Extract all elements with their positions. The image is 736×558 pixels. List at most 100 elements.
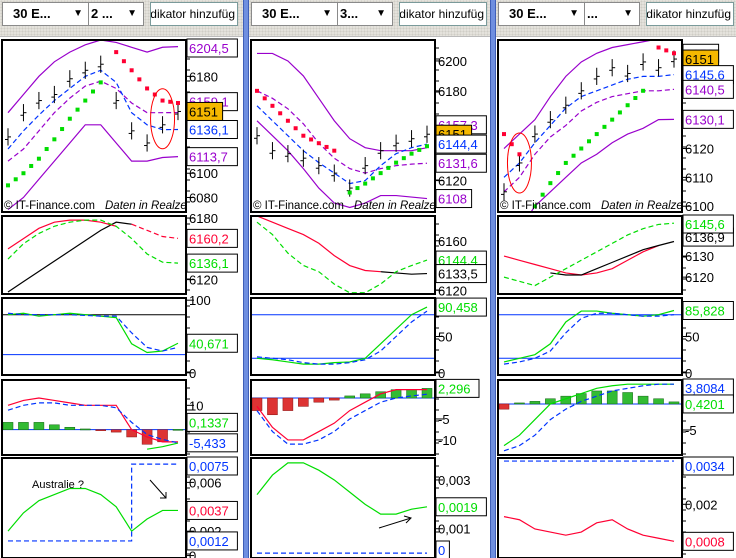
blue-series-line	[7, 402, 179, 444]
value-label: 85,828	[685, 303, 725, 318]
indicator-pane-3: -5 3,80840,4201	[497, 378, 734, 456]
value-label: 6151	[189, 104, 218, 119]
sar-dot	[324, 144, 329, 149]
chart-toolbar: 30 E... ▼ 3... ▼ Indikator hinzufüg	[249, 0, 490, 37]
value-label: 6145,6	[685, 217, 725, 232]
blue-series-line	[503, 74, 675, 178]
axis-tick-label: 6100	[189, 166, 218, 181]
histogram-bar	[637, 395, 649, 405]
add-indicator-button[interactable]: Indikator hinzufüg	[399, 2, 487, 26]
indicator-pane-1: 613061206136,96145,6	[497, 214, 734, 295]
price-pane: © IT-Finance.com Daten in Realzeit 6200 618…	[250, 39, 487, 213]
axis-tick-label: 6130	[685, 249, 714, 264]
sar-dot	[610, 117, 615, 122]
indicator-pane-4: 0,003 0,001 0,0019 0	[250, 457, 487, 558]
histogram-bar	[344, 395, 355, 399]
sar-dot	[21, 171, 26, 176]
histogram-bar	[498, 403, 510, 410]
chart-type-value: ...	[587, 6, 598, 21]
sar-dot	[129, 68, 134, 73]
watermark-realtime: Daten in Realzeit	[601, 200, 689, 212]
timeframe-select[interactable]: 30 E... ▼	[251, 2, 339, 26]
add-indicator-label: Indikator hinzufüg	[150, 7, 235, 21]
sar-dot	[386, 165, 391, 170]
purple-series-line	[257, 52, 428, 152]
purple-series-line	[256, 120, 428, 209]
sar-dot	[656, 45, 661, 50]
sar-dot	[60, 127, 65, 132]
green-series-line	[256, 221, 428, 294]
value-label: 40,671	[189, 336, 229, 351]
black-series-line	[380, 271, 428, 275]
add-indicator-button[interactable]: Indikator hinzufüg	[150, 2, 238, 26]
red-series-line	[7, 397, 178, 443]
pane-frame	[497, 457, 683, 558]
histogram-bar	[49, 424, 60, 430]
histogram-bar	[606, 390, 618, 405]
chevron-down-icon: ▼	[127, 8, 137, 19]
axis-tick-label: 6100	[685, 199, 714, 214]
value-label: 0,1337	[189, 415, 229, 430]
value-label: 0,4201	[685, 397, 725, 412]
blue-series-line	[503, 383, 674, 452]
axis-tick-label: 10	[189, 398, 203, 413]
chart-canvas[interactable]: © IT-Finance.com Daten in Realzeit6180610…	[0, 38, 243, 558]
timeframe-select[interactable]: 30 E... ▼	[498, 2, 586, 26]
axis-tick-label: -5	[438, 412, 450, 427]
indicator-pane-2: 50 0 90,458	[250, 297, 487, 381]
value-label: -5,433	[189, 436, 226, 451]
watermark-realtime: Daten in Realzeit	[354, 200, 442, 212]
indicator-pane-4: 0,002 0,0034 0,0008	[497, 456, 734, 558]
sar-dot	[394, 160, 399, 165]
timeframe-select[interactable]: 30 E... ▼	[2, 2, 90, 26]
axis-tick-label: 6180	[438, 84, 467, 99]
sar-dot	[401, 156, 406, 161]
axis-tick-label: 6120	[189, 273, 218, 288]
pane-frame	[1, 215, 187, 295]
sar-dot	[370, 176, 375, 181]
sar-dot	[355, 186, 360, 191]
add-indicator-button[interactable]: Indikator hinzufüg	[646, 2, 734, 26]
chart-canvas[interactable]: © IT-Finance.com Daten in Realzeit 6200 618…	[249, 38, 490, 558]
pane-frame	[1, 379, 187, 456]
axis-tick-label: 6160	[438, 234, 467, 249]
indicator-pane-3: 10 0,1337 -5,433	[1, 379, 238, 456]
chart-type-select[interactable]: ... ▼	[584, 2, 640, 26]
sar-dot	[641, 88, 646, 93]
pane-frame	[497, 215, 683, 295]
pane-frame	[1, 39, 187, 213]
chart-type-select[interactable]: 2 ... ▼	[88, 2, 144, 26]
indicator-pane-4: Australie ?0,0060,00200,00750,00370,0012	[1, 456, 238, 558]
histogram-bar	[33, 422, 45, 430]
sar-dot	[563, 160, 568, 165]
sar-dot	[262, 96, 267, 101]
add-indicator-label: Indikator hinzufüg	[399, 7, 484, 21]
sar-dot	[633, 96, 638, 101]
chevron-down-icon: ▼	[322, 8, 332, 19]
value-label: 2,296	[438, 381, 471, 396]
purple-series-line	[530, 118, 675, 212]
chevron-down-icon: ▼	[73, 8, 83, 19]
watermark: © IT-Finance.com	[500, 200, 591, 212]
chart-panel-2: 30 E... ▼ 3... ▼ Indikator hinzufüg © IT-Fi…	[249, 0, 490, 558]
timeframe-value: 30 E...	[509, 6, 547, 21]
sar-dot	[502, 132, 506, 137]
axis-tick-label: -5	[685, 423, 697, 438]
chart-type-select[interactable]: 3... ▼	[337, 2, 393, 26]
annotation-text: Australie ?	[32, 479, 84, 491]
axis-tick-label: 6120	[438, 174, 467, 189]
value-label: 0,0037	[189, 503, 229, 518]
histogram-bar	[18, 422, 29, 430]
chart-canvas[interactable]: © IT-Finance.com Daten in Realzeit 6120 611…	[496, 38, 736, 558]
pane-frame	[250, 39, 436, 213]
axis-tick-label: 0	[189, 366, 196, 381]
histogram-bar	[80, 428, 91, 431]
histogram-bar	[359, 393, 371, 399]
sar-dot	[602, 124, 607, 129]
histogram-bar	[298, 397, 309, 407]
pane-frame	[250, 457, 436, 558]
watermark: © IT-Finance.com	[4, 200, 95, 212]
sar-dot	[309, 137, 314, 142]
green-series-line	[503, 383, 674, 447]
green-series-line	[503, 222, 675, 287]
